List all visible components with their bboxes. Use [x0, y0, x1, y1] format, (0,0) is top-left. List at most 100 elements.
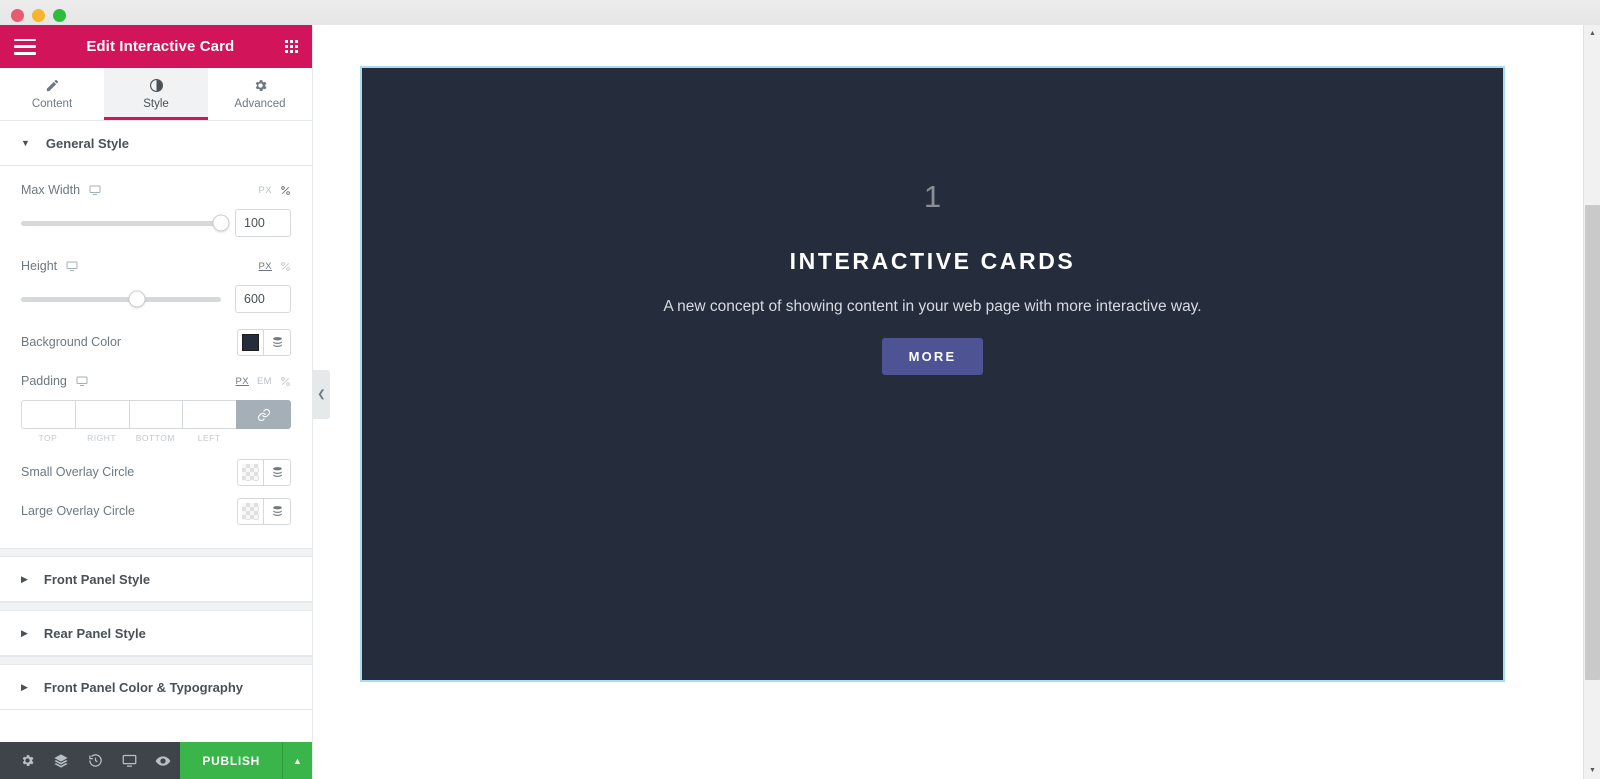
unit-percent[interactable]: [280, 185, 291, 196]
max-width-input[interactable]: [235, 209, 291, 237]
large-overlay-circle-label: Large Overlay Circle: [21, 504, 135, 518]
height-units: PX: [259, 261, 291, 272]
window-traffic-lights: [11, 9, 66, 22]
padding-right-input[interactable]: [74, 400, 129, 429]
scrollbar-thumb[interactable]: [1585, 205, 1600, 680]
padding-left-input[interactable]: [182, 400, 236, 429]
tab-style[interactable]: Style: [104, 68, 208, 120]
panel-footer-toolbar: PUBLISH ▲: [0, 742, 312, 779]
max-width-units: PX: [259, 185, 291, 196]
section-body-general-style: Max Width PX 100 Height PX 600 Backgroun…: [0, 166, 312, 548]
section-title-general-style: General Style: [45, 135, 130, 151]
canvas-scrollbar[interactable]: ▲ ▼: [1583, 25, 1600, 779]
section-header-rear-panel-style[interactable]: ▶ Rear Panel Style: [0, 611, 312, 656]
section-divider: [0, 548, 312, 557]
section-header-front-panel-style[interactable]: ▶ Front Panel Style: [0, 557, 312, 602]
panel-header: Edit Interactive Card: [0, 25, 312, 68]
control-background-color: Background Color: [21, 328, 291, 356]
padding-top-input[interactable]: [21, 400, 75, 429]
caret-right-icon: ▶: [21, 573, 28, 584]
panel-collapse-handle[interactable]: ❮: [313, 370, 330, 419]
padding-bottom-label: BOTTOM: [135, 433, 175, 443]
padding-fields: TOP RIGHT BOTTOM LEFT: [21, 400, 291, 443]
unit-px[interactable]: PX: [259, 185, 272, 196]
minimize-window-button[interactable]: [32, 9, 45, 22]
padding-bottom-input[interactable]: [128, 400, 183, 429]
close-window-button[interactable]: [11, 9, 24, 22]
unit-px[interactable]: PX: [235, 376, 248, 387]
section-header-general-style[interactable]: ▼ General Style: [0, 121, 312, 166]
section-divider: [0, 656, 312, 665]
tab-content[interactable]: Content: [0, 68, 104, 120]
pencil-icon: [45, 78, 60, 93]
padding-top-cell: TOP: [21, 400, 75, 443]
globals-stack-icon[interactable]: [264, 458, 291, 486]
section-title-rear-panel-style: Rear Panel Style: [43, 625, 146, 641]
chevron-left-icon: ❮: [317, 389, 326, 400]
grid-apps-icon[interactable]: [284, 39, 298, 54]
desktop-icon[interactable]: [66, 260, 78, 272]
editor-app: Edit Interactive Card Content Style Adva…: [0, 0, 1600, 779]
height-input[interactable]: [235, 285, 291, 313]
globals-stack-icon[interactable]: [264, 497, 291, 525]
unit-percent[interactable]: [280, 376, 291, 387]
section-header-front-panel-color-typography[interactable]: ▶ Front Panel Color & Typography: [0, 665, 312, 710]
tab-advanced[interactable]: Advanced: [208, 68, 312, 120]
unit-em[interactable]: EM: [257, 376, 272, 387]
globals-stack-icon[interactable]: [264, 328, 291, 356]
panel-tabs: Content Style Advanced: [0, 68, 312, 121]
padding-left-label: LEFT: [197, 433, 221, 443]
control-small-overlay-circle: Small Overlay Circle: [21, 458, 291, 486]
publish-group: PUBLISH ▲: [180, 742, 312, 779]
small-overlay-circle-label: Small Overlay Circle: [21, 465, 135, 479]
responsive-monitor-icon[interactable]: [112, 742, 146, 779]
card-more-button[interactable]: MORE: [881, 338, 984, 375]
canvas-viewport: 1 INTERACTIVE CARDS A new concept of sho…: [313, 25, 1583, 779]
max-width-slider-knob[interactable]: [212, 214, 230, 232]
tab-content-label: Content: [31, 98, 73, 110]
interactive-card-widget[interactable]: 1 INTERACTIVE CARDS A new concept of sho…: [360, 66, 1505, 682]
card-front-panel: 1 INTERACTIVE CARDS A new concept of sho…: [362, 68, 1503, 488]
background-color-swatch[interactable]: [237, 328, 264, 356]
height-slider[interactable]: [21, 290, 221, 308]
card-description: A new concept of showing content in your…: [663, 298, 1202, 315]
small-overlay-circle-swatch[interactable]: [237, 458, 264, 486]
card-number: 1: [923, 179, 942, 214]
padding-left-cell: LEFT: [182, 400, 236, 443]
max-width-label: Max Width: [21, 183, 81, 197]
scroll-up-arrow[interactable]: ▲: [1584, 25, 1600, 42]
caret-right-icon: ▶: [21, 627, 28, 638]
preview-eye-icon[interactable]: [146, 742, 180, 779]
section-title-front-panel-style: Front Panel Style: [43, 571, 151, 587]
tab-advanced-label: Advanced: [234, 98, 286, 110]
hamburger-icon[interactable]: [14, 38, 36, 55]
card-title: INTERACTIVE CARDS: [789, 248, 1076, 274]
desktop-icon[interactable]: [89, 184, 101, 196]
link-chain-icon[interactable]: [236, 400, 291, 429]
caret-up-icon[interactable]: ▲: [282, 742, 312, 779]
layers-navigator-icon[interactable]: [44, 742, 78, 779]
padding-right-cell: RIGHT: [74, 400, 129, 443]
padding-top-label: TOP: [38, 433, 58, 443]
height-label: Height: [21, 259, 58, 273]
editor-panel: Edit Interactive Card Content Style Adva…: [0, 25, 313, 779]
contrast-half-circle-icon: [149, 78, 164, 93]
background-color-label: Background Color: [21, 335, 122, 349]
desktop-icon[interactable]: [76, 375, 88, 387]
unit-percent[interactable]: [280, 261, 291, 272]
panel-scroll-body: ▼ General Style Max Width PX 100 Height …: [0, 121, 312, 742]
control-large-overlay-circle: Large Overlay Circle: [21, 497, 291, 525]
large-overlay-circle-swatch[interactable]: [237, 497, 264, 525]
height-slider-knob[interactable]: [128, 290, 146, 308]
max-width-slider[interactable]: [21, 214, 230, 232]
history-clock-icon[interactable]: [78, 742, 112, 779]
padding-label: Padding: [21, 374, 67, 388]
settings-gear-icon[interactable]: [10, 742, 44, 779]
color-preview: [242, 502, 259, 520]
maximize-window-button[interactable]: [53, 9, 66, 22]
color-preview: [242, 463, 259, 481]
publish-button[interactable]: PUBLISH: [180, 742, 282, 779]
unit-px[interactable]: PX: [259, 261, 272, 272]
scroll-down-arrow[interactable]: ▼: [1584, 762, 1600, 779]
control-height: Height PX: [21, 256, 291, 313]
